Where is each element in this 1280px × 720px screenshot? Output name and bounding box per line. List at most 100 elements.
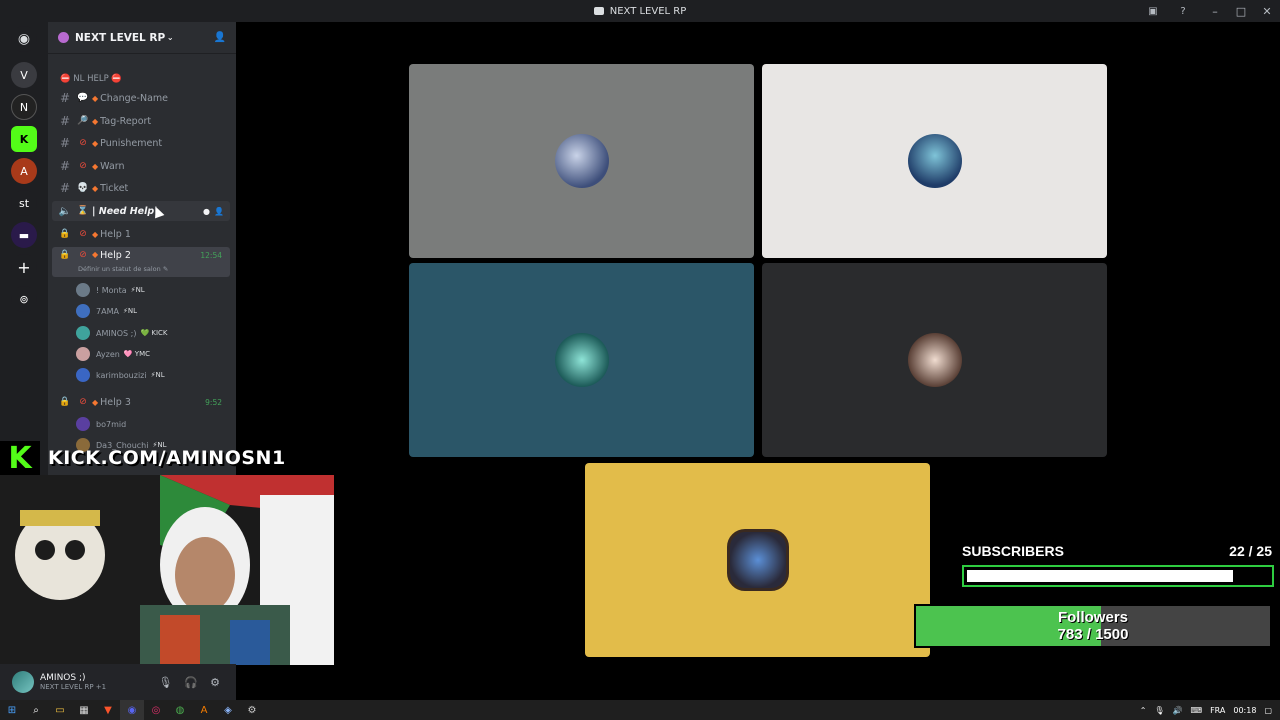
close-button[interactable]: ✕: [1254, 0, 1280, 22]
avatar: [76, 417, 90, 431]
subscribers-count: 22 / 25: [1229, 543, 1272, 559]
voice-user[interactable]: karimbouzizi ⚡NL: [76, 366, 226, 384]
no-entry-icon: ⊘: [79, 161, 87, 171]
no-entry-icon: ⊘: [79, 397, 87, 407]
voice-channel-help-1[interactable]: 🔒 ⊘ ◆ Help 1: [52, 224, 230, 244]
instagram-icon[interactable]: ◎: [144, 700, 168, 720]
server-icon-aminos[interactable]: A: [11, 158, 37, 184]
discord-home-icon[interactable]: ◉: [11, 26, 37, 52]
chevron-up-icon[interactable]: ⌃: [1140, 706, 1147, 715]
subscribers-goal: SUBSCRIBERS 22 / 25: [962, 543, 1276, 587]
search-icon[interactable]: ⌕: [24, 700, 48, 720]
voice-user[interactable]: bo7mid: [76, 415, 226, 433]
language-indicator[interactable]: FRA: [1210, 706, 1225, 715]
chat-icon[interactable]: ●: [203, 207, 210, 216]
server-icon-next-level[interactable]: N: [11, 94, 37, 120]
hash-icon: #: [59, 159, 71, 173]
microphone-icon[interactable]: 🎙: [158, 676, 172, 689]
settings-gear-icon[interactable]: ⚙: [210, 676, 220, 689]
video-stage: [236, 22, 1280, 700]
volume-icon[interactable]: 🔊: [1173, 706, 1183, 715]
file-explorer-icon[interactable]: ▭: [48, 700, 72, 720]
user-panel: AMINOS ;) NEXT LEVEL RP +1 🎙 🎧 ⚙: [0, 664, 236, 700]
channel-status-text: Définir un statut de salon: [78, 265, 161, 273]
server-header[interactable]: NEXT LEVEL RP ⌄ 👤: [48, 22, 236, 54]
windows-start-icon[interactable]: ⊞: [0, 700, 24, 720]
window-controls: – □ ✕: [1202, 0, 1280, 22]
app-icon-orange[interactable]: A: [192, 700, 216, 720]
diamond-icon: ◆: [92, 116, 99, 126]
help-icon[interactable]: ?: [1175, 3, 1191, 19]
brave-browser-icon[interactable]: ▼: [96, 700, 120, 720]
user-name: AMINOS ;): [40, 673, 86, 683]
server-icon-1[interactable]: V: [11, 62, 37, 88]
microphone-tray-icon[interactable]: 🎙: [1154, 706, 1164, 715]
video-tile-2[interactable]: [762, 64, 1107, 258]
hourglass-icon: ⌛: [77, 206, 89, 216]
invite-people-icon[interactable]: 👤: [214, 32, 226, 43]
voice-channel-need-help[interactable]: 🔈 ⌛ | Need Help| ● 👤: [52, 201, 230, 221]
minimize-button[interactable]: –: [1202, 0, 1228, 22]
add-server-icon[interactable]: +: [11, 254, 37, 280]
diamond-icon: ◆: [92, 93, 99, 103]
invite-icon[interactable]: 👤: [214, 207, 224, 216]
server-icon-kick[interactable]: K: [11, 126, 37, 152]
server-name: NEXT LEVEL RP: [75, 31, 166, 44]
inbox-icon[interactable]: ▣: [1145, 3, 1161, 19]
video-tile-1[interactable]: [409, 64, 754, 258]
steam-icon[interactable]: ◈: [216, 700, 240, 720]
voice-user[interactable]: 7AMA ⚡NL: [76, 302, 226, 320]
notification-icon[interactable]: ▢: [1264, 706, 1272, 715]
explore-icon[interactable]: ⊚: [11, 286, 37, 312]
chrome-icon[interactable]: ◍: [168, 700, 192, 720]
settings-icon[interactable]: ⚙: [240, 700, 264, 720]
video-tile-3[interactable]: [409, 263, 754, 457]
voice-user-name: bo7mid: [96, 419, 127, 429]
voice-channel-help-3[interactable]: 🔒 ⊘ ◆ Help 3 9:52: [52, 392, 230, 412]
user-status: NEXT LEVEL RP +1: [40, 683, 107, 691]
speech-bubble-icon: 💬: [77, 93, 89, 103]
channel-label: | Need Help|: [92, 205, 158, 217]
video-tile-5[interactable]: [585, 463, 930, 657]
webcam-image: [0, 475, 334, 665]
window-title: NEXT LEVEL RP: [609, 5, 687, 17]
voice-user-tag: ⚡NL: [150, 371, 165, 379]
channel-label: Ticket: [100, 182, 129, 194]
voice-user[interactable]: AMINOS ;) 💚 KICK: [76, 324, 226, 342]
voice-user[interactable]: ! Monta ⚡NL: [76, 281, 226, 299]
avatar: [76, 283, 90, 297]
avatar[interactable]: [12, 671, 34, 693]
channel-tag-report[interactable]: # 🔎 ◆ Tag-Report: [52, 111, 230, 131]
participant-avatar: [907, 134, 962, 188]
user-controls: 🎙 🎧 ⚙: [158, 676, 220, 689]
video-tile-4[interactable]: [762, 263, 1107, 457]
channel-label: Change-Name: [100, 92, 168, 104]
hash-icon: #: [59, 91, 71, 105]
channel-change-name[interactable]: # 💬 ◆ Change-Name: [52, 88, 230, 108]
discord-taskbar-icon[interactable]: ◉: [120, 700, 144, 720]
server-icon-dark[interactable]: ▬: [11, 222, 37, 248]
lock-icon: 🔒: [59, 250, 71, 260]
channel-label: Warn: [100, 160, 125, 172]
title-bar: NEXT LEVEL RP ▣ ? – □ ✕: [0, 0, 1280, 22]
avatar: [76, 368, 90, 382]
speaker-icon: 🔈: [58, 205, 72, 217]
calculator-icon[interactable]: ▦: [72, 700, 96, 720]
keyboard-icon[interactable]: ⌨: [1191, 706, 1203, 715]
channel-status-line[interactable]: Définir un statut de salon ✎: [78, 265, 168, 273]
channel-ticket[interactable]: # 💀 ◆ Ticket: [52, 178, 230, 198]
user-info[interactable]: AMINOS ;) NEXT LEVEL RP +1: [40, 673, 106, 691]
maximize-button[interactable]: □: [1228, 0, 1254, 22]
channel-warn[interactable]: # ⊘ ◆ Warn: [52, 156, 230, 176]
voice-user[interactable]: Ayzen 🩷 YMC: [76, 345, 226, 363]
participant-avatar: [726, 529, 789, 591]
server-icon-st[interactable]: st: [11, 190, 37, 216]
participant-avatar: [554, 333, 609, 387]
channel-punishement[interactable]: # ⊘ ◆ Punishement: [52, 133, 230, 153]
category-nl-help[interactable]: ⛔ NL HELP ⛔: [60, 74, 122, 84]
kick-logo: K: [0, 441, 40, 476]
voice-user-tag: 💚 KICK: [140, 329, 168, 337]
clock[interactable]: 00:18: [1233, 706, 1256, 715]
headphones-icon[interactable]: 🎧: [184, 676, 198, 689]
channel-label: Tag-Report: [100, 115, 152, 127]
